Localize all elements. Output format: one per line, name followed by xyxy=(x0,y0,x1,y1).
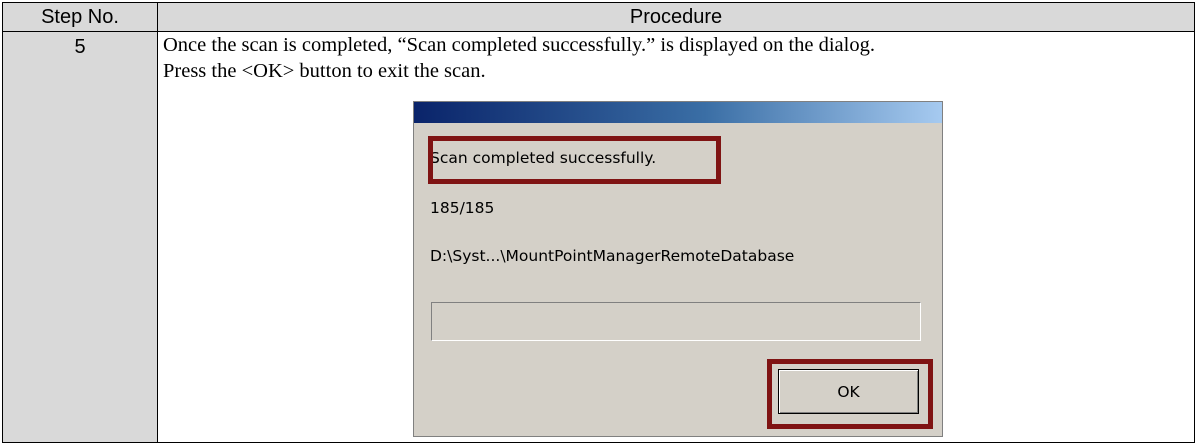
procedure-line-2: Press the <OK> button to exit the scan. xyxy=(163,60,486,82)
scan-dialog: Scan completed successfully. 185/185 D:\… xyxy=(413,101,943,437)
scan-progress-bar xyxy=(431,302,921,341)
header-step-no: Step No. xyxy=(3,3,158,31)
message-highlight-box xyxy=(428,136,721,184)
ok-button[interactable]: OK xyxy=(778,369,919,414)
procedure-line-1: Once the scan is completed, “Scan comple… xyxy=(163,34,875,56)
step-number-cell: 5 xyxy=(3,32,158,442)
dialog-title-bar[interactable] xyxy=(414,102,942,123)
scan-count: 185/185 xyxy=(430,199,495,217)
header-procedure: Procedure xyxy=(158,3,1194,31)
procedure-text: Once the scan is completed, “Scan comple… xyxy=(163,32,1187,84)
scan-path: D:\Syst...\MountPointManagerRemoteDataba… xyxy=(430,247,795,265)
step-number: 5 xyxy=(74,36,86,58)
